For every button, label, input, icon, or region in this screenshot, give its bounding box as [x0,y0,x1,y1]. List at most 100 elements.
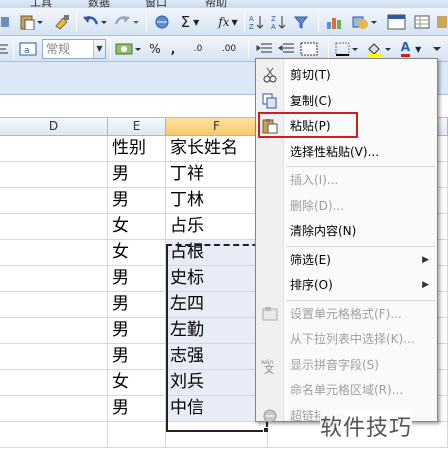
currency-icon[interactable] [114,39,144,59]
cell-style-icon[interactable] [298,39,320,59]
insert-function-icon[interactable]: fx ▼ [214,12,242,32]
cell-gender[interactable]: 男 [108,396,166,422]
decimal-decrease-label: .00 [221,44,237,54]
column-header-f[interactable]: F [166,118,268,136]
percent-icon[interactable]: % [146,39,164,59]
alignment-partial-icon[interactable] [0,39,10,59]
merge-center-icon[interactable]: a [18,39,38,59]
menu-item-pick-from-list[interactable]: 从下拉列表中选择(K)... [256,327,437,352]
menu-item-sort[interactable]: 排序(O) ▶ [256,273,437,298]
cell-gender[interactable]: 女 [108,214,166,240]
menu-help[interactable]: 帮助 [205,0,227,8]
sort-ascending-icon[interactable]: AZ [248,12,268,32]
menu-item-label: 设置单元格格式(F)... [290,306,402,321]
cell-gender[interactable]: 男 [108,292,166,318]
cell-d[interactable] [0,292,108,318]
increase-decimal-icon[interactable]: .0 [184,39,212,59]
cell-d[interactable] [0,344,108,370]
sheet-icon[interactable] [412,12,434,32]
cell-gender[interactable]: 男 [108,344,166,370]
autosum-icon[interactable]: Σ ▼ [176,12,204,32]
zoom-icon[interactable] [386,12,408,32]
watermark: 软件技巧 [320,410,413,442]
borders-icon[interactable] [334,39,360,59]
svg-text:A: A [249,15,254,23]
decrease-indent-icon[interactable] [254,39,274,59]
column-header-d[interactable]: D [0,118,108,136]
cell-gender[interactable]: 性别 [108,136,166,162]
column-header-e[interactable]: E [108,118,166,136]
menu-item-label: 剪切(T) [290,68,331,82]
menu-item-paste-special[interactable]: 选择性粘贴(V)... [256,140,437,165]
fill-color-icon[interactable] [364,39,394,59]
menu-item-label: 命名单元格区域(R)... [290,383,404,397]
cell-empty[interactable] [0,422,108,448]
menu-window[interactable]: 窗口 [145,0,167,8]
cell-d[interactable] [0,136,108,162]
toolbar-options-icon[interactable] [430,39,444,59]
format-painter-icon[interactable] [52,12,72,32]
decimal-increase-label: .0 [193,44,203,54]
font-color-icon[interactable]: A ▼ [396,39,426,59]
cell-d[interactable] [0,162,108,188]
cell-gender[interactable]: 男 [108,188,166,214]
menu-item-label: 插入(I)... [290,173,339,187]
standard-toolbar: Σ ▼ fx ▼ AZ ZA [0,8,448,36]
menu-item-filter[interactable]: 筛选(E) ▶ [256,248,437,273]
menu-tools[interactable]: 工具 [30,0,52,8]
menu-item-format-cells[interactable]: 设置单元格格式(F)... [256,302,437,327]
cell-d[interactable] [0,396,108,422]
cell-d[interactable] [0,318,108,344]
toolbar-more-icon[interactable] [436,12,448,32]
menu-item-delete[interactable]: 删除(D)... [256,194,437,219]
menu-item-label: 显示拼音字段(S) [290,357,379,372]
column-label: F [213,119,220,133]
cell-parent-name[interactable]: 家长姓名 [166,136,268,162]
menu-item-name-range[interactable]: 命名单元格区域(R)... [256,378,437,403]
increase-indent-icon[interactable] [276,39,296,59]
cell-d[interactable] [0,240,108,266]
chart-icon[interactable] [324,12,346,32]
number-format-combo[interactable]: 常规 ▼ [42,39,106,59]
cell-gender[interactable]: 男 [108,266,166,292]
toolbar-button-partial[interactable] [0,12,12,32]
cell-d[interactable] [0,370,108,396]
drawing-icon[interactable] [350,12,380,32]
cell-d[interactable] [0,214,108,240]
cell-parent-name[interactable]: 丁祥 [166,162,268,188]
decrease-decimal-icon[interactable]: .00 [214,39,244,59]
percent-label: % [149,42,161,56]
menu-item-insert[interactable]: 插入(I)... [256,168,437,193]
column-label: D [48,119,59,133]
menu-item-clear-contents[interactable]: 清除内容(N) [256,219,437,244]
scissors-icon [261,67,279,84]
menu-item-show-phonetic[interactable]: wén 文显示拼音字段(S) [256,353,437,378]
hyperlink-toolbar-icon[interactable] [152,12,174,32]
menu-item-cut[interactable]: 剪切(T) [256,63,437,88]
cell-parent-name[interactable]: 占乐 [166,214,268,240]
cell-gender[interactable]: 男 [108,318,166,344]
chevron-down-icon[interactable]: ▼ [93,40,105,58]
redo-icon[interactable] [112,12,142,32]
selection-border [166,244,268,432]
menu-item-label: 清除内容(N) [290,224,357,238]
cell-gender[interactable]: 女 [108,370,166,396]
cell-d[interactable] [0,266,108,292]
cell-parent-name[interactable]: 丁林 [166,188,268,214]
filter-icon[interactable] [292,12,312,32]
cell-d[interactable] [0,188,108,214]
sort-descending-icon[interactable]: ZA [270,12,290,32]
paste-toolbar-icon[interactable] [18,12,44,32]
hyperlink-icon [261,408,279,425]
svg-text:Z: Z [249,23,254,30]
menu-item-copy[interactable]: 复制(C) [256,89,437,114]
svg-text:a: a [24,46,30,56]
cell-empty[interactable] [108,422,166,448]
phonetic-icon: wén 文 [261,357,279,376]
cell-gender[interactable]: 男 [108,162,166,188]
comma-style-icon[interactable]: , [166,39,180,59]
cell-gender[interactable]: 女 [108,240,166,266]
menu-data[interactable]: 数据 [88,0,110,8]
undo-icon[interactable] [80,12,110,32]
paste-highlight-box [258,112,358,138]
